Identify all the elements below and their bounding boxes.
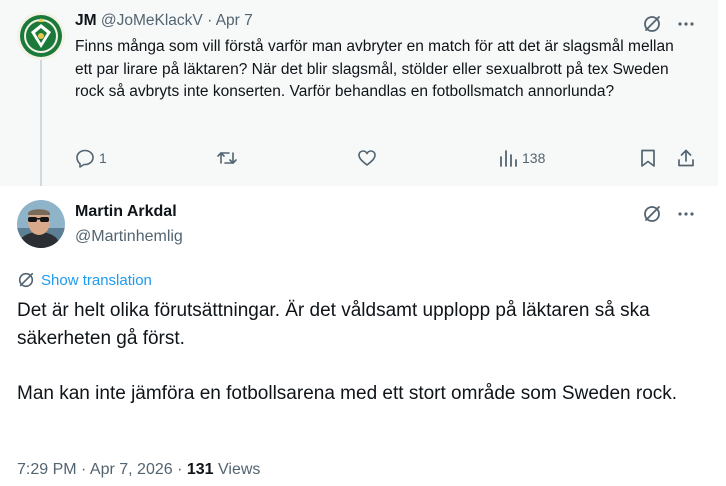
tweet-metadata: 7:29 PM · Apr 7, 2026 · 131 Views (17, 461, 260, 479)
like-button[interactable] (357, 148, 381, 168)
views-label: Views (213, 461, 261, 478)
author-name[interactable]: JM (75, 12, 97, 29)
grok-button[interactable] (640, 12, 664, 36)
share-icon (678, 149, 694, 167)
retweet-icon (217, 152, 237, 164)
grok-button[interactable] (640, 202, 664, 226)
more-button[interactable] (674, 202, 698, 226)
separator-dot: · (207, 12, 213, 29)
grok-icon (18, 272, 34, 288)
share-button[interactable] (676, 148, 696, 168)
reply-icon (76, 149, 94, 168)
tweet-date[interactable]: Apr 7 (216, 12, 253, 29)
author-handle[interactable]: @Martinhemlig (75, 228, 183, 246)
avatar[interactable] (17, 200, 65, 248)
tweet-timestamp[interactable]: 7:29 PM · Apr 7, 2026 · (17, 461, 187, 478)
more-icon (678, 22, 694, 26)
views-button[interactable]: 138 (498, 148, 545, 168)
reply-button[interactable]: 1 (75, 148, 107, 168)
more-icon (678, 212, 694, 216)
show-translation-link[interactable]: Show translation (17, 271, 152, 289)
more-button[interactable] (674, 12, 698, 36)
club-crest-avatar-icon (17, 12, 65, 60)
views-count: 131 (186, 461, 214, 478)
heart-icon (358, 150, 376, 166)
views-icon (500, 150, 517, 167)
show-translation-label: Show translation (41, 271, 152, 289)
grok-icon (644, 206, 660, 222)
reply-tweet-text: Det är helt olika förutsättningar. Är de… (17, 297, 707, 407)
avatar[interactable] (17, 12, 65, 60)
parent-tweet-actions: 1 138 (0, 148, 718, 172)
grok-icon (644, 16, 660, 32)
bookmark-icon (641, 149, 655, 167)
parent-tweet-header: JM @JoMeKlackV · Apr 7 (75, 12, 253, 30)
author-name[interactable]: Martin Arkdal (75, 203, 177, 221)
parent-tweet[interactable]: JM @JoMeKlackV · Apr 7 Finns många som v… (0, 0, 718, 186)
reply-count: 1 (99, 150, 107, 166)
reply-paragraph: Man kan inte jämföra en fotbollsarena me… (17, 382, 678, 404)
reply-paragraph: Det är helt olika förutsättningar. Är de… (17, 300, 650, 349)
profile-photo-avatar-icon (17, 200, 65, 248)
parent-tweet-text: Finns många som vill förstå varför man a… (75, 38, 674, 100)
views-count: 138 (522, 150, 546, 166)
retweet-button[interactable] (216, 148, 242, 168)
author-handle[interactable]: @JoMeKlackV (101, 12, 203, 29)
bookmark-button[interactable] (638, 148, 658, 168)
